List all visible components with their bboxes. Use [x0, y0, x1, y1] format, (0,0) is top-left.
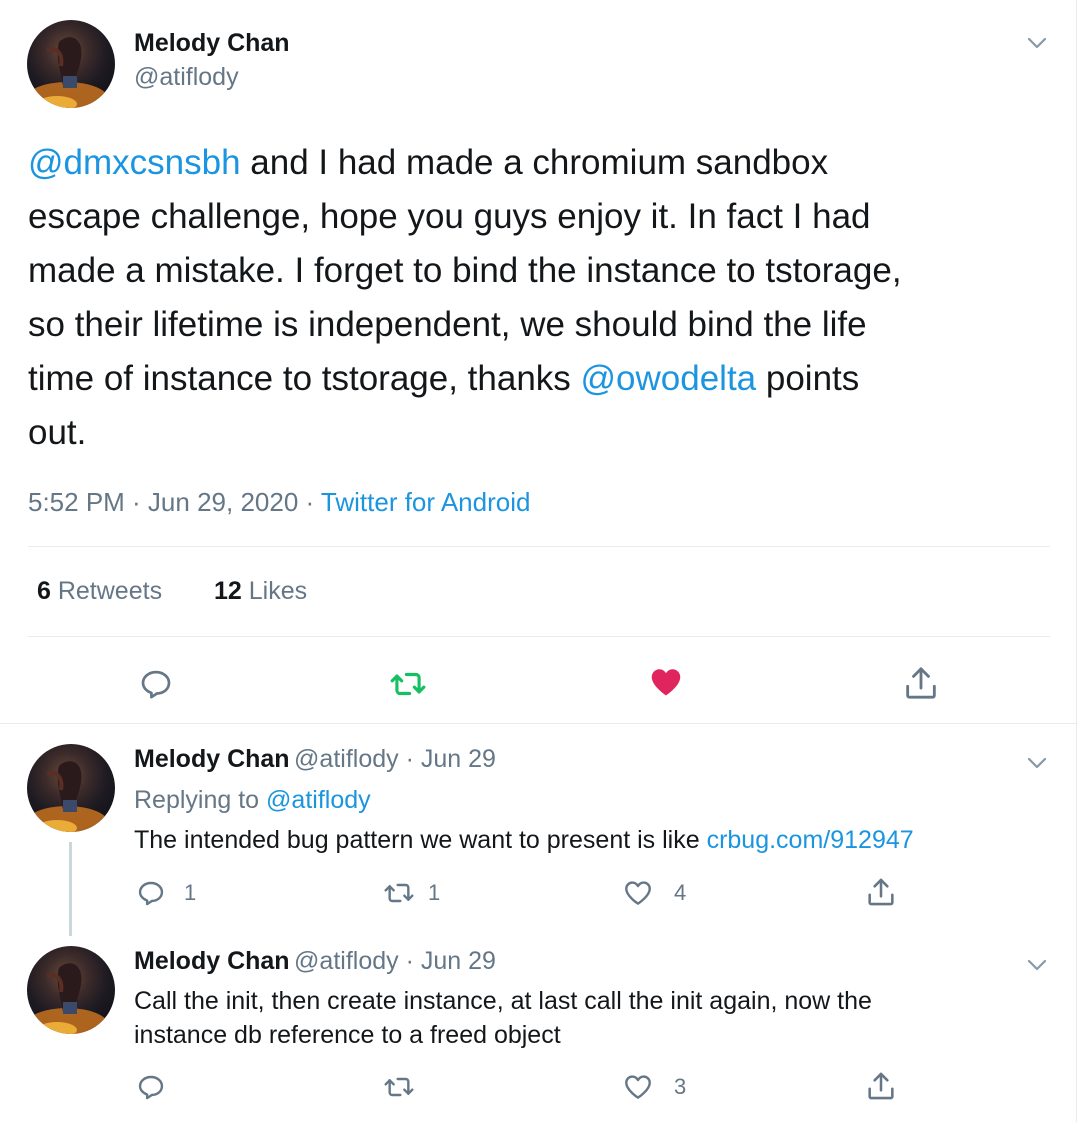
- retweet-icon: [390, 672, 426, 696]
- reply-header: Melody Chan @atiflody · Jun 29: [134, 947, 496, 976]
- reply-icon: [141, 670, 171, 699]
- replying-to: Replying to @atiflody: [134, 786, 371, 814]
- reply-button[interactable]: [136, 664, 176, 704]
- author-name[interactable]: Melody Chan: [134, 29, 290, 58]
- thread-connector: [69, 842, 72, 936]
- reply-author-name[interactable]: Melody Chan: [134, 745, 290, 773]
- mention-link[interactable]: @owodelta: [581, 359, 757, 398]
- likes-stat[interactable]: 12 Likes: [214, 577, 307, 606]
- reply-date[interactable]: · Jun 29: [399, 745, 496, 773]
- retweet-icon: [384, 1077, 414, 1097]
- reply-button[interactable]: [134, 876, 168, 910]
- chevron-down-icon[interactable]: [1022, 950, 1052, 980]
- retweet-icon: [384, 883, 414, 903]
- reply-author-handle[interactable]: @atiflody: [294, 745, 399, 773]
- heart-icon: [625, 1075, 651, 1099]
- like-button[interactable]: [645, 662, 687, 702]
- author-avatar[interactable]: [27, 20, 115, 108]
- tweet-text: @dmxcsnsbh and I had made a chromium san…: [28, 143, 902, 452]
- reply-header: Melody Chan @atiflody · Jun 29: [134, 745, 496, 774]
- retweet-button[interactable]: [381, 876, 417, 910]
- heart-icon: [625, 881, 651, 905]
- divider: [28, 636, 1050, 637]
- reply-avatar[interactable]: [27, 946, 115, 1034]
- reply-author-name[interactable]: Melody Chan: [134, 947, 290, 975]
- reply-count: 1: [184, 880, 197, 905]
- share-button[interactable]: [863, 874, 899, 910]
- chevron-down-icon[interactable]: [1022, 748, 1052, 778]
- mention-link[interactable]: @dmxcsnsbh: [28, 143, 241, 182]
- timestamp-text[interactable]: 5:52 PM · Jun 29, 2020 ·: [28, 487, 321, 517]
- heart-filled-icon: [651, 669, 681, 696]
- chevron-down-icon[interactable]: [1022, 28, 1052, 58]
- reply-icon: [138, 1075, 164, 1100]
- crbug-link[interactable]: crbug.com/912947: [707, 826, 914, 854]
- divider: [0, 723, 1076, 724]
- like-button[interactable]: [621, 1070, 655, 1104]
- replying-to-link[interactable]: @atiflody: [266, 786, 371, 814]
- reply-button[interactable]: [134, 1070, 168, 1104]
- source-link[interactable]: Twitter for Android: [321, 487, 531, 517]
- reply-icon: [138, 881, 164, 906]
- author-handle[interactable]: @atiflody: [134, 63, 239, 92]
- retweets-stat[interactable]: 6 Retweets: [37, 577, 162, 606]
- share-icon: [906, 667, 936, 699]
- reply-text: The intended bug pattern we want to pres…: [134, 826, 914, 854]
- reply-avatar[interactable]: [27, 744, 115, 832]
- tweet-timestamp: 5:52 PM · Jun 29, 2020 · Twitter for And…: [28, 487, 530, 518]
- retweet-count: 1: [428, 880, 441, 905]
- like-button[interactable]: [621, 876, 655, 910]
- share-button[interactable]: [900, 662, 942, 704]
- retweet-button[interactable]: [386, 664, 430, 704]
- reply-date[interactable]: · Jun 29: [399, 947, 496, 975]
- retweet-button[interactable]: [381, 1070, 417, 1104]
- reply-author-handle[interactable]: @atiflody: [294, 947, 399, 975]
- reply-text: Call the init, then create instance, at …: [134, 987, 872, 1049]
- share-icon: [868, 878, 894, 906]
- share-button[interactable]: [863, 1068, 899, 1104]
- like-count: 3: [674, 1074, 687, 1099]
- divider: [28, 546, 1050, 547]
- tweet-thread: Melody Chan @atiflody @dmxcsnsbh and I h…: [0, 0, 1077, 1122]
- like-count: 4: [674, 880, 687, 905]
- share-icon: [868, 1072, 894, 1100]
